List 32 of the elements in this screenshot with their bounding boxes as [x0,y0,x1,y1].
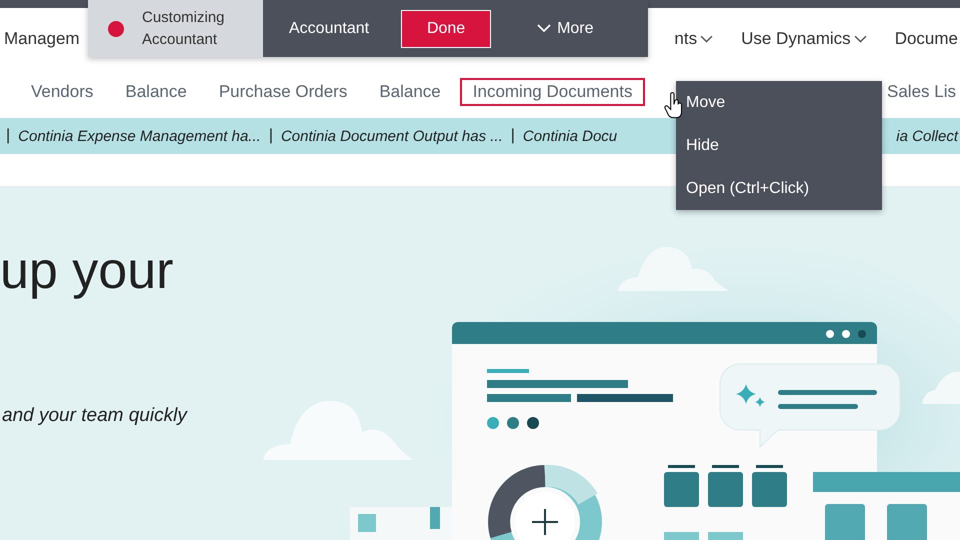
notification-link[interactable]: Continia Document Output has ... [280,128,503,144]
chevron-down-icon[interactable] [854,34,867,44]
more-button[interactable]: More [531,18,600,38]
hero-heading: up your [0,245,174,297]
chevron-down-icon[interactable] [700,34,714,44]
notification-link[interactable]: Continia Docu [522,128,618,144]
notification-link[interactable]: ia Collect [896,128,958,144]
chevron-down-icon [537,24,552,33]
nav-item[interactable]: nts [674,29,698,49]
separator-text: | [6,127,10,145]
separator-text: | [510,127,515,145]
nav-item[interactable]: Use Dynamics [741,29,851,49]
hand-cursor-icon [664,92,684,120]
menu-item[interactable]: Open (Ctrl+Click) [686,180,872,198]
subnav-item[interactable]: Purchase Orders [206,78,360,106]
subnav-item[interactable]: Vendors [18,78,106,106]
profile-name: Accountant [289,20,370,38]
cloud-drawing [922,372,960,404]
customizing-status: Customizing Accountant [142,8,225,50]
subnav-item[interactable]: Incoming Documents [460,78,646,106]
subnav-item[interactable]: Balance [112,78,200,106]
subnav-item[interactable]: Balance [366,78,454,106]
done-button[interactable]: Done [401,10,492,48]
menu-item[interactable]: Hide [686,136,872,154]
menu-item[interactable]: Move [686,94,872,112]
hero-subtitle: and your team quickly [2,405,187,427]
separator-text: | [268,127,273,145]
nav-item[interactable]: Managem [4,29,80,49]
nav-item[interactable]: Docume [894,29,958,49]
status-dot [108,20,124,36]
subnav-item[interactable]: Sales Lis [883,78,960,106]
notification-link[interactable]: Continia Expense Management ha... [18,128,261,144]
